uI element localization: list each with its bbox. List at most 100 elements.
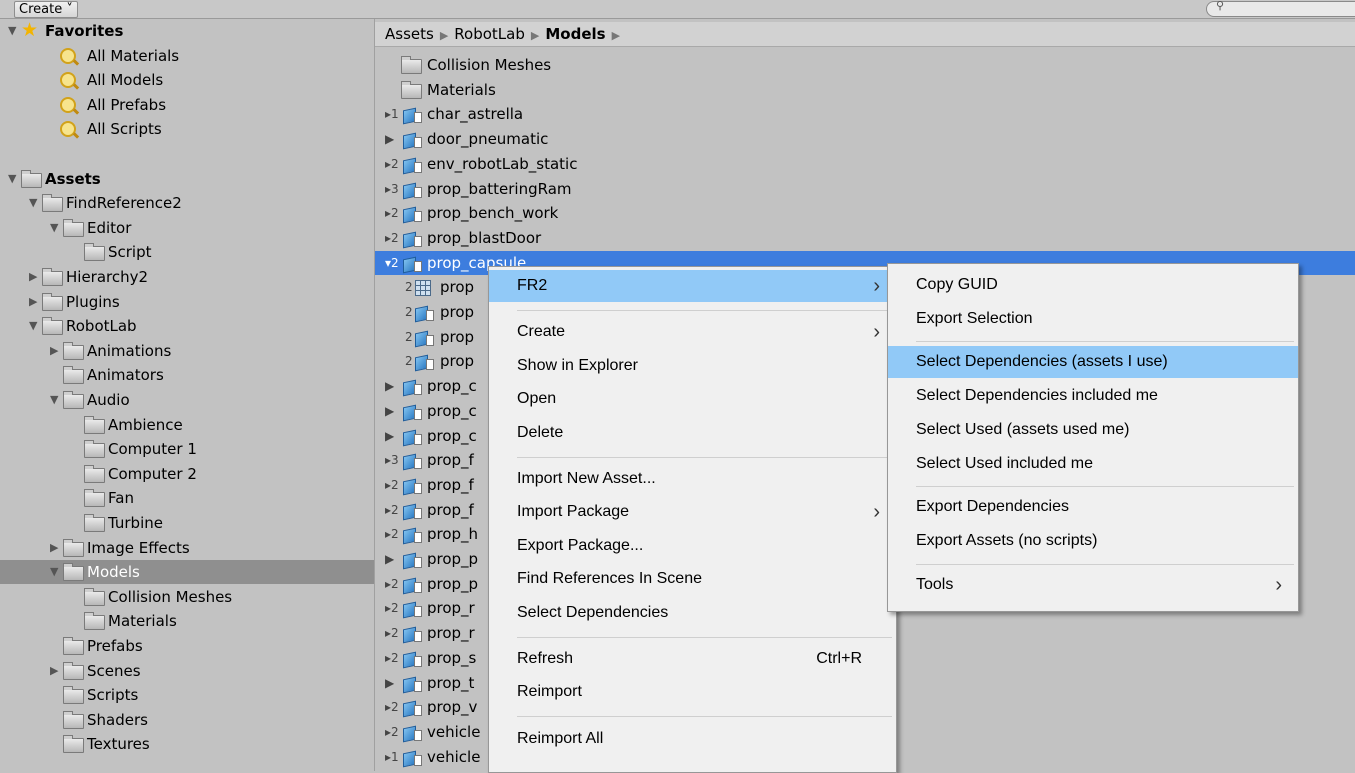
- menu-item-select-used-included-me[interactable]: Select Used included me: [888, 448, 1298, 480]
- menu-item-label: Export Assets (no scripts): [916, 531, 1098, 549]
- create-button[interactable]: Create ˅: [14, 1, 78, 18]
- tree-item-ambience[interactable]: Ambience: [0, 413, 374, 437]
- tree-item-all-models[interactable]: All Models: [0, 68, 374, 92]
- breadcrumb-models[interactable]: Models: [545, 25, 605, 43]
- asset-count-badge: ▸2: [385, 527, 399, 542]
- menu-item-reimport[interactable]: Reimport: [489, 676, 896, 708]
- tree-item-plugins[interactable]: ▶ Plugins: [0, 290, 374, 314]
- menu-item-create[interactable]: Create ›: [489, 316, 896, 348]
- tree-item-label: All Scripts: [87, 120, 162, 139]
- asset-row-materials[interactable]: Materials: [375, 78, 1355, 102]
- folder-icon: [42, 317, 63, 336]
- tree-item-favorites[interactable]: ▼ ★ Favorites: [0, 19, 374, 43]
- expanded-arrow-icon[interactable]: ▼: [50, 560, 60, 584]
- breadcrumb-assets[interactable]: Assets: [385, 25, 434, 43]
- collapsed-arrow-icon[interactable]: ▶: [29, 265, 39, 289]
- folder-icon: [84, 489, 105, 508]
- expanded-arrow-icon[interactable]: ▼: [8, 167, 18, 191]
- asset-label: prop_blastDoor: [427, 228, 542, 247]
- asset-label: prop_r: [427, 624, 475, 643]
- menu-item-select-dependencies[interactable]: Select Dependencies: [489, 597, 896, 629]
- asset-row-prop-blastdoor[interactable]: ▸2 prop_blastDoor: [375, 226, 1355, 250]
- tree-item-assets[interactable]: ▼ Assets: [0, 167, 374, 191]
- tree-item-script[interactable]: Script: [0, 240, 374, 264]
- asset-row-door-pneumatic[interactable]: ▶ door_pneumatic: [375, 127, 1355, 151]
- menu-item-tools[interactable]: Tools ›: [888, 569, 1298, 601]
- tree-item-label: RobotLab: [66, 317, 137, 336]
- tree-item-hierarchy2[interactable]: ▶ Hierarchy2: [0, 265, 374, 289]
- tree-item-findreference2[interactable]: ▼ FindReference2: [0, 191, 374, 215]
- tree-item-animators[interactable]: Animators: [0, 363, 374, 387]
- expanded-arrow-icon[interactable]: ▼: [50, 388, 60, 412]
- submenu-arrow-icon: ›: [873, 501, 880, 524]
- breadcrumb-robotlab[interactable]: RobotLab: [454, 25, 525, 43]
- asset-label: prop: [440, 327, 475, 346]
- asset-count-badge: ▸2: [385, 626, 399, 641]
- tree-item-turbine[interactable]: Turbine: [0, 511, 374, 535]
- asset-label: env_robotLab_static: [427, 154, 578, 173]
- collapsed-arrow-icon[interactable]: ▶: [50, 536, 60, 560]
- menu-item-open[interactable]: Open: [489, 383, 896, 415]
- search-input[interactable]: ⚲: [1206, 0, 1355, 17]
- asset-count-badge: ▶: [385, 403, 395, 418]
- menu-item-fr2[interactable]: FR2 ›: [489, 270, 896, 302]
- menu-item-find-references-in-scene[interactable]: Find References In Scene: [489, 563, 896, 595]
- menu-item-import-package[interactable]: Import Package ›: [489, 496, 896, 528]
- menu-item-delete[interactable]: Delete: [489, 417, 896, 449]
- tree-item-image-effects[interactable]: ▶ Image Effects: [0, 536, 374, 560]
- folder-icon: [63, 563, 84, 582]
- folder-icon: [21, 169, 42, 188]
- collapsed-arrow-icon[interactable]: ▶: [29, 290, 39, 314]
- collapsed-arrow-icon[interactable]: ▶: [50, 659, 60, 683]
- submenu-arrow-icon: ›: [873, 321, 880, 344]
- expanded-arrow-icon[interactable]: ▼: [8, 19, 18, 43]
- collapsed-arrow-icon[interactable]: ▶: [50, 339, 60, 363]
- tree-item-animations[interactable]: ▶ Animations: [0, 339, 374, 363]
- asset-row-collision-meshes[interactable]: Collision Meshes: [375, 53, 1355, 77]
- tree-item-computer-1[interactable]: Computer 1: [0, 437, 374, 461]
- asset-row-prop-bench-work[interactable]: ▸2 prop_bench_work: [375, 201, 1355, 225]
- menu-item-export-dependencies[interactable]: Export Dependencies: [888, 491, 1298, 523]
- expanded-arrow-icon[interactable]: ▼: [29, 314, 39, 338]
- saved-search-icon: [60, 47, 76, 64]
- menu-item-show-in-explorer[interactable]: Show in Explorer: [489, 350, 896, 382]
- menu-item-export-assets-no-scripts[interactable]: Export Assets (no scripts): [888, 525, 1298, 557]
- tree-item-computer-2[interactable]: Computer 2: [0, 462, 374, 486]
- tree-item-all-scripts[interactable]: All Scripts: [0, 117, 374, 141]
- tree-item-audio[interactable]: ▼ Audio: [0, 388, 374, 412]
- menu-item-select-used-assets-used-me[interactable]: Select Used (assets used me): [888, 414, 1298, 446]
- mesh-grid-icon: [415, 280, 431, 297]
- asset-count-badge: ▸2: [385, 156, 399, 171]
- menu-item-reimport-all[interactable]: Reimport All: [489, 723, 896, 755]
- tree-item-scenes[interactable]: ▶ Scenes: [0, 659, 374, 683]
- tree-item-editor[interactable]: ▼ Editor: [0, 216, 374, 240]
- asset-row-char-astrella[interactable]: ▸1 char_astrella: [375, 102, 1355, 126]
- menu-item-copy-guid[interactable]: Copy GUID: [888, 269, 1298, 301]
- tree-item-models[interactable]: ▼ Models: [0, 560, 374, 585]
- menu-item-export-selection[interactable]: Export Selection: [888, 303, 1298, 335]
- asset-row-prop-batteringram[interactable]: ▸3 prop_batteringRam: [375, 177, 1355, 201]
- asset-row-env-robotlab-static[interactable]: ▸2 env_robotLab_static: [375, 152, 1355, 176]
- tree-item-shaders[interactable]: Shaders: [0, 708, 374, 732]
- menu-item-label: Export Dependencies: [916, 498, 1069, 516]
- tree-item-scripts[interactable]: Scripts: [0, 683, 374, 707]
- menu-item-select-dependencies-assets-i-use[interactable]: Select Dependencies (assets I use): [888, 346, 1298, 379]
- tree-item-textures[interactable]: Textures: [0, 732, 374, 756]
- tree-item-robotlab[interactable]: ▼ RobotLab: [0, 314, 374, 338]
- tree-item-prefabs[interactable]: Prefabs: [0, 634, 374, 658]
- model-icon: [403, 107, 422, 124]
- folder-icon: [63, 637, 84, 655]
- menu-item-export-package[interactable]: Export Package...: [489, 530, 896, 562]
- menu-item-select-dependencies-included-me[interactable]: Select Dependencies included me: [888, 380, 1298, 412]
- tree-item-fan[interactable]: Fan: [0, 486, 374, 510]
- tree-item-materials[interactable]: Materials: [0, 609, 374, 633]
- tree-item-collision-meshes[interactable]: Collision Meshes: [0, 585, 374, 609]
- menu-item-refresh[interactable]: Refresh Ctrl+R: [489, 643, 896, 675]
- tree-item-label: Assets: [45, 169, 101, 188]
- menu-separator: [916, 486, 1294, 488]
- expanded-arrow-icon[interactable]: ▼: [29, 191, 39, 215]
- tree-item-all-prefabs[interactable]: All Prefabs: [0, 93, 374, 117]
- menu-item-import-new-asset[interactable]: Import New Asset...: [489, 463, 896, 495]
- tree-item-all-materials[interactable]: All Materials: [0, 44, 374, 68]
- expanded-arrow-icon[interactable]: ▼: [50, 216, 60, 240]
